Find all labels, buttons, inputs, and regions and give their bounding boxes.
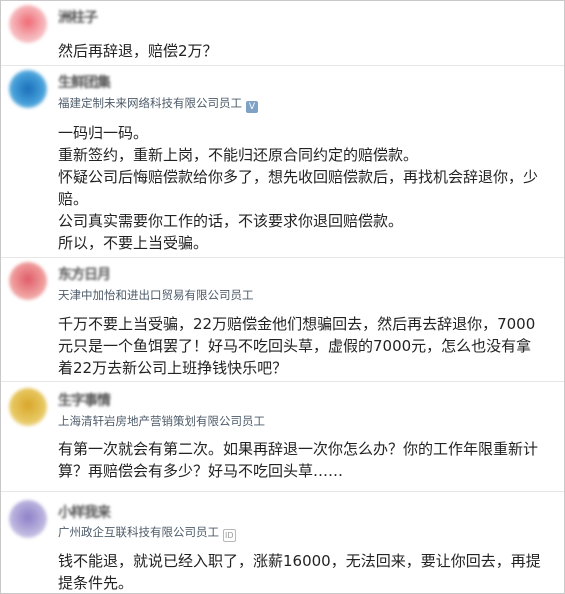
username[interactable]: 洲柱子 [58,7,98,27]
comment-list: 洲柱子 然后再辞退，赔偿2万？ 生鲜团集 福建定制未来网络科技有限公司员工 V 一… [0,0,565,594]
comment-text: 然后再辞退，赔偿2万？ [58,40,543,62]
username[interactable]: 生鲜团集 [58,72,111,92]
id-badge-icon: ID [223,529,236,542]
company-name: 福建定制未来网络科技有限公司员工 [58,96,242,110]
comment-item: 东方日月 天津中加怡和进出口贸易有限公司员工 千万不要上当受骗，22万赔偿金他们… [1,257,564,382]
comment-item: 小样我来 广州政企互联科技有限公司员工 ID 钱不能退，就说已经入职了，涨薪160… [1,491,564,593]
company-label: 广州政企互联科技有限公司员工 ID [58,524,236,542]
comment-item: 生字事情 上海清轩岩房地产营销策划有限公司员工 有第一次就会有第二次。如果再辞退… [1,381,564,492]
username[interactable]: 东方日月 [58,264,111,284]
comment-line: 钱不能退，就说已经入职了，涨薪16000，无法回来，要让你回去，再提提条件先。 [58,552,541,592]
user-avatar[interactable] [9,5,47,43]
company-name: 上海清轩岩房地产营销策划有限公司员工 [58,414,265,428]
comment-line: 怀疑公司后悔赔偿款给你多了，想先收回赔偿款后，再找机会辞退你，少赔。 [58,168,539,208]
comment-line: 千万不要上当受骗，22万赔偿金他们想骗回去，然后再去辞退你，7000元只是一个鱼… [58,315,536,377]
comment-item: 生鲜团集 福建定制未来网络科技有限公司员工 V 一码归一码。 重新签约，重新上岗，… [1,65,564,258]
user-avatar[interactable] [9,262,47,300]
comment-line: 一码归一码。 [58,124,149,142]
company-label: 天津中加怡和进出口贸易有限公司员工 [58,287,254,303]
company-name: 广州政企互联科技有限公司员工 [58,525,219,539]
comment-line: 公司真实需要你工作的话，不该要求你退回赔偿款。 [58,212,404,230]
verified-badge-icon: V [246,101,258,113]
company-name: 天津中加怡和进出口贸易有限公司员工 [58,288,254,302]
comment-text: 有第一次就会有第二次。如果再辞退一次你怎么办？你的工作年限重新计算？再赔偿会有多… [58,438,543,482]
user-avatar[interactable] [9,70,47,108]
comment-line: 所以，不要上当受骗。 [58,234,209,252]
comment-text: 一码归一码。 重新签约，重新上岗，不能归还原合同约定的赔偿款。 怀疑公司后悔赔偿… [58,122,543,254]
user-avatar[interactable] [9,500,47,538]
comment-line: 然后再辞退，赔偿2万？ [58,42,218,60]
comment-line: 有第一次就会有第二次。如果再辞退一次你怎么办？你的工作年限重新计算？再赔偿会有多… [58,440,539,480]
comment-item: 洲柱子 然后再辞退，赔偿2万？ [1,1,564,65]
user-avatar[interactable] [9,388,47,426]
company-label: 上海清轩岩房地产营销策划有限公司员工 [58,413,265,429]
username[interactable]: 小样我来 [58,502,111,522]
comment-line: 重新签约，重新上岗，不能归还原合同约定的赔偿款。 [58,146,419,164]
comment-text: 钱不能退，就说已经入职了，涨薪16000，无法回来，要让你回去，再提提条件先。 [58,550,543,593]
company-label: 福建定制未来网络科技有限公司员工 V [58,95,258,113]
comment-text: 千万不要上当受骗，22万赔偿金他们想骗回去，然后再去辞退你，7000元只是一个鱼… [58,313,543,379]
username[interactable]: 生字事情 [58,390,111,410]
